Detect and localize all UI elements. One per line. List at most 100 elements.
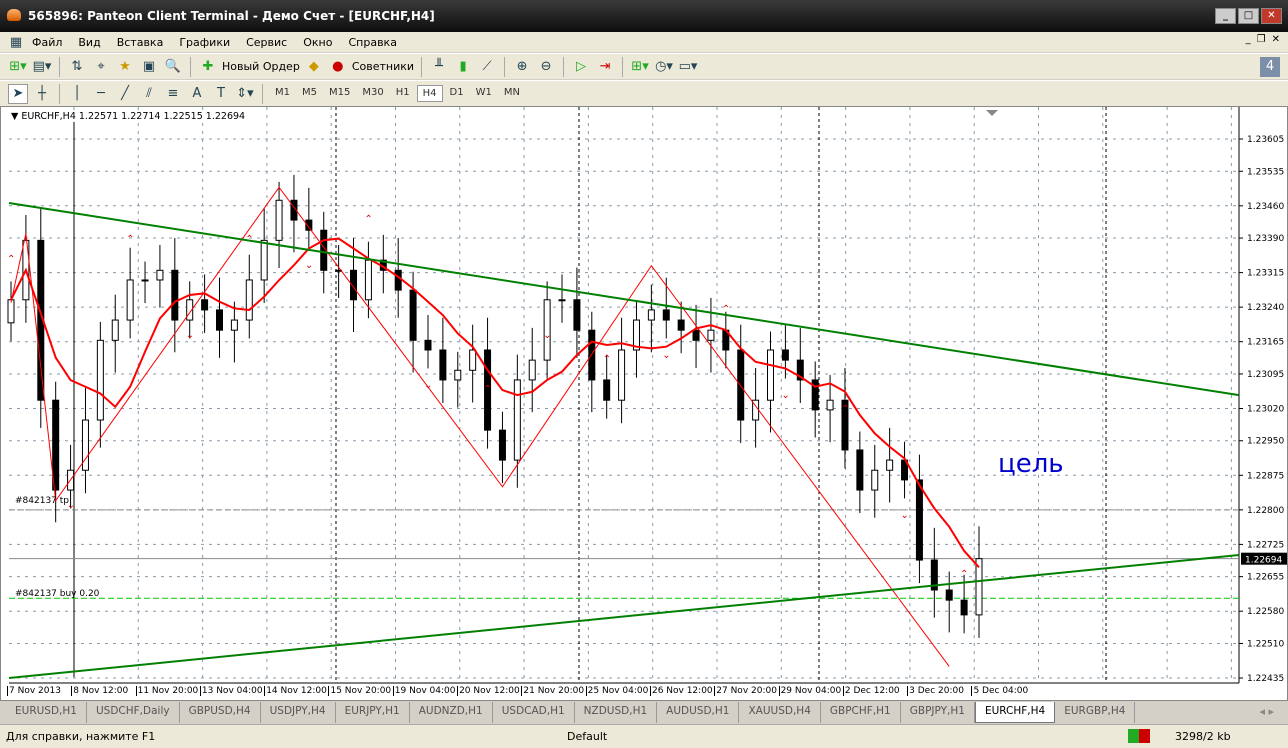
time-tick-label: 26 Nov 12:00	[649, 686, 713, 696]
menu-charts[interactable]: Графики	[171, 36, 238, 49]
connection-icon	[1128, 729, 1150, 743]
menu-tools[interactable]: Сервис	[238, 36, 295, 49]
strategy-tester-icon[interactable]: 🔍	[163, 57, 183, 77]
drawing-toolbar: ➤ ┼ │ ─ ╱ ⫽ ≡ A T ⇕▾ M1 M5 M15 M30 H1 H4 D1 W1 M…	[0, 80, 1288, 106]
chart-tab[interactable]: EURJPY,H1	[336, 702, 410, 723]
navigator-icon[interactable]: ★	[115, 57, 135, 77]
timeframe-h1[interactable]: H1	[391, 85, 415, 102]
metaeditor-icon[interactable]: ◆	[304, 57, 324, 77]
experts-icon[interactable]: ●	[328, 57, 348, 77]
bull-candle	[141, 279, 149, 282]
chart-tab[interactable]: USDCHF,Daily	[87, 702, 180, 723]
menu-view[interactable]: Вид	[70, 36, 108, 49]
timeframe-h4[interactable]: H4	[416, 85, 443, 102]
market-watch-icon[interactable]: ⇅	[67, 57, 87, 77]
status-bar: Для справки, нажмите F1 Default 3298/2 k…	[0, 724, 1288, 748]
fractal-down-arrow: ⌄	[186, 330, 194, 341]
menu-help[interactable]: Справка	[340, 36, 404, 49]
timeframe-m1[interactable]: M1	[270, 85, 295, 102]
new-order-button[interactable]: Новый Ордер	[222, 60, 300, 73]
text-label-icon[interactable]: T	[211, 84, 231, 104]
vertical-line-icon[interactable]: │	[67, 84, 87, 104]
terminal-icon[interactable]: ▣	[139, 57, 159, 77]
chart-tab[interactable]: USDJPY,H4	[261, 702, 336, 723]
profiles-icon[interactable]: ▤▾	[32, 57, 52, 77]
auto-scroll-icon[interactable]: ▷	[571, 57, 591, 77]
chart-shift-icon[interactable]: ⇥	[595, 57, 615, 77]
timeframe-m5[interactable]: M5	[297, 85, 322, 102]
chart-tab[interactable]: GBPCHF,H1	[821, 702, 901, 723]
periods-icon[interactable]: ◷▾	[654, 57, 674, 77]
status-traffic: 3298/2 kb	[1175, 730, 1231, 743]
bull-candle	[275, 199, 283, 241]
chart-tab[interactable]: GBPUSD,H4	[180, 702, 261, 723]
mdi-restore-button[interactable]: ❐	[1257, 34, 1266, 45]
chart-tabs: EURUSD,H1 USDCHF,Daily GBPUSD,H4 USDJPY,H4 E…	[0, 702, 1288, 723]
zigzag-line	[10, 186, 950, 667]
menu-file[interactable]: Файл	[24, 36, 70, 49]
chart-tab[interactable]: XAUUSD,H4	[739, 702, 821, 723]
text-icon[interactable]: A	[187, 84, 207, 104]
chart-tab[interactable]: USDCAD,H1	[493, 702, 575, 723]
timeframe-w1[interactable]: W1	[471, 85, 497, 102]
mdi-minimize-button[interactable]: _	[1246, 34, 1251, 45]
price-tick-label: 1.22950	[1247, 437, 1284, 447]
new-order-icon[interactable]: ✚	[198, 57, 218, 77]
time-tick-label: 27 Nov 20:00	[714, 686, 777, 696]
menu-insert[interactable]: Вставка	[109, 36, 172, 49]
candlestick-icon[interactable]: ▮	[453, 57, 473, 77]
data-window-icon[interactable]: ⌖	[91, 57, 111, 77]
fractal-up-arrow: ⌃	[7, 254, 15, 265]
maximize-button[interactable]: □	[1238, 8, 1259, 24]
price-chart[interactable]: 1.23605 1.23535 1.23460 1.23390 1.23315 1.232…	[1, 107, 1288, 702]
chart-tab[interactable]: AUDNZD,H1	[410, 702, 493, 723]
timeframe-m15[interactable]: M15	[324, 85, 355, 102]
bear-candle	[945, 589, 953, 601]
bear-candle	[215, 309, 223, 331]
chart-window[interactable]: 1.23605 1.23535 1.23460 1.23390 1.23315 1.232…	[0, 106, 1288, 701]
time-tick-label: 3 Dec 20:00	[907, 686, 971, 696]
chart-tab[interactable]: NZDUSD,H1	[575, 702, 658, 723]
bear-candle	[52, 399, 60, 491]
minimize-button[interactable]: _	[1215, 8, 1236, 24]
chart-tab[interactable]: GBPJPY,H1	[901, 702, 975, 723]
timeframe-m30[interactable]: M30	[357, 85, 388, 102]
zoom-in-icon[interactable]: ⊕	[512, 57, 532, 77]
cursor-icon[interactable]: ➤	[8, 83, 28, 104]
fibonacci-icon[interactable]: ≡	[163, 84, 183, 104]
trendline-icon[interactable]: ╱	[115, 84, 135, 104]
price-tick-label: 1.23165	[1247, 338, 1284, 348]
new-chart-icon[interactable]: ⊞▾	[8, 57, 28, 77]
timeframe-mn[interactable]: MN	[499, 85, 525, 102]
close-button[interactable]: ✕	[1261, 8, 1282, 24]
chart-tab[interactable]: EURGBP,H4	[1055, 702, 1136, 723]
equidistant-channel-icon[interactable]: ⫽	[139, 84, 159, 104]
zoom-out-icon[interactable]: ⊖	[536, 57, 556, 77]
standard-toolbar: ⊞▾ ▤▾ ⇅ ⌖ ★ ▣ 🔍 ✚ Новый Ордер ◆ ● Советник…	[0, 53, 1288, 79]
timeframe-d1[interactable]: D1	[445, 85, 469, 102]
price-tick-label: 1.22725	[1247, 540, 1284, 550]
crosshair-icon[interactable]: ┼	[32, 84, 52, 104]
time-tick-label: 25 Nov 04:00	[585, 686, 649, 696]
bar-chart-icon[interactable]: ╨	[429, 57, 449, 77]
fractal-up-arrow: ⌃	[841, 404, 849, 415]
price-tick-label: 1.22655	[1247, 573, 1284, 583]
time-tick-label: 7 Nov 2013	[7, 686, 71, 696]
chart-tab[interactable]: AUDUSD,H1	[657, 702, 740, 723]
price-tick-label: 1.23095	[1247, 370, 1284, 380]
tab-scroll-arrows[interactable]: ◂ ▸	[1259, 705, 1274, 718]
bull-candle	[96, 339, 104, 421]
line-chart-icon[interactable]: ⟋	[477, 57, 497, 77]
mdi-close-button[interactable]: ✕	[1272, 34, 1280, 45]
alert-icon[interactable]: 4	[1260, 56, 1280, 77]
chart-window-icon[interactable]: ▦	[8, 32, 24, 52]
templates-icon[interactable]: ▭▾	[678, 57, 698, 77]
chart-tab[interactable]: EURCHF,H4	[974, 702, 1056, 723]
indicators-icon[interactable]: ⊞▾	[630, 57, 650, 77]
horizontal-line-icon[interactable]: ─	[91, 84, 111, 104]
experts-button[interactable]: Советники	[352, 60, 414, 73]
status-help: Для справки, нажмите F1	[6, 730, 156, 743]
menu-window[interactable]: Окно	[295, 36, 340, 49]
arrows-icon[interactable]: ⇕▾	[235, 84, 255, 104]
chart-tab[interactable]: EURUSD,H1	[6, 702, 87, 723]
